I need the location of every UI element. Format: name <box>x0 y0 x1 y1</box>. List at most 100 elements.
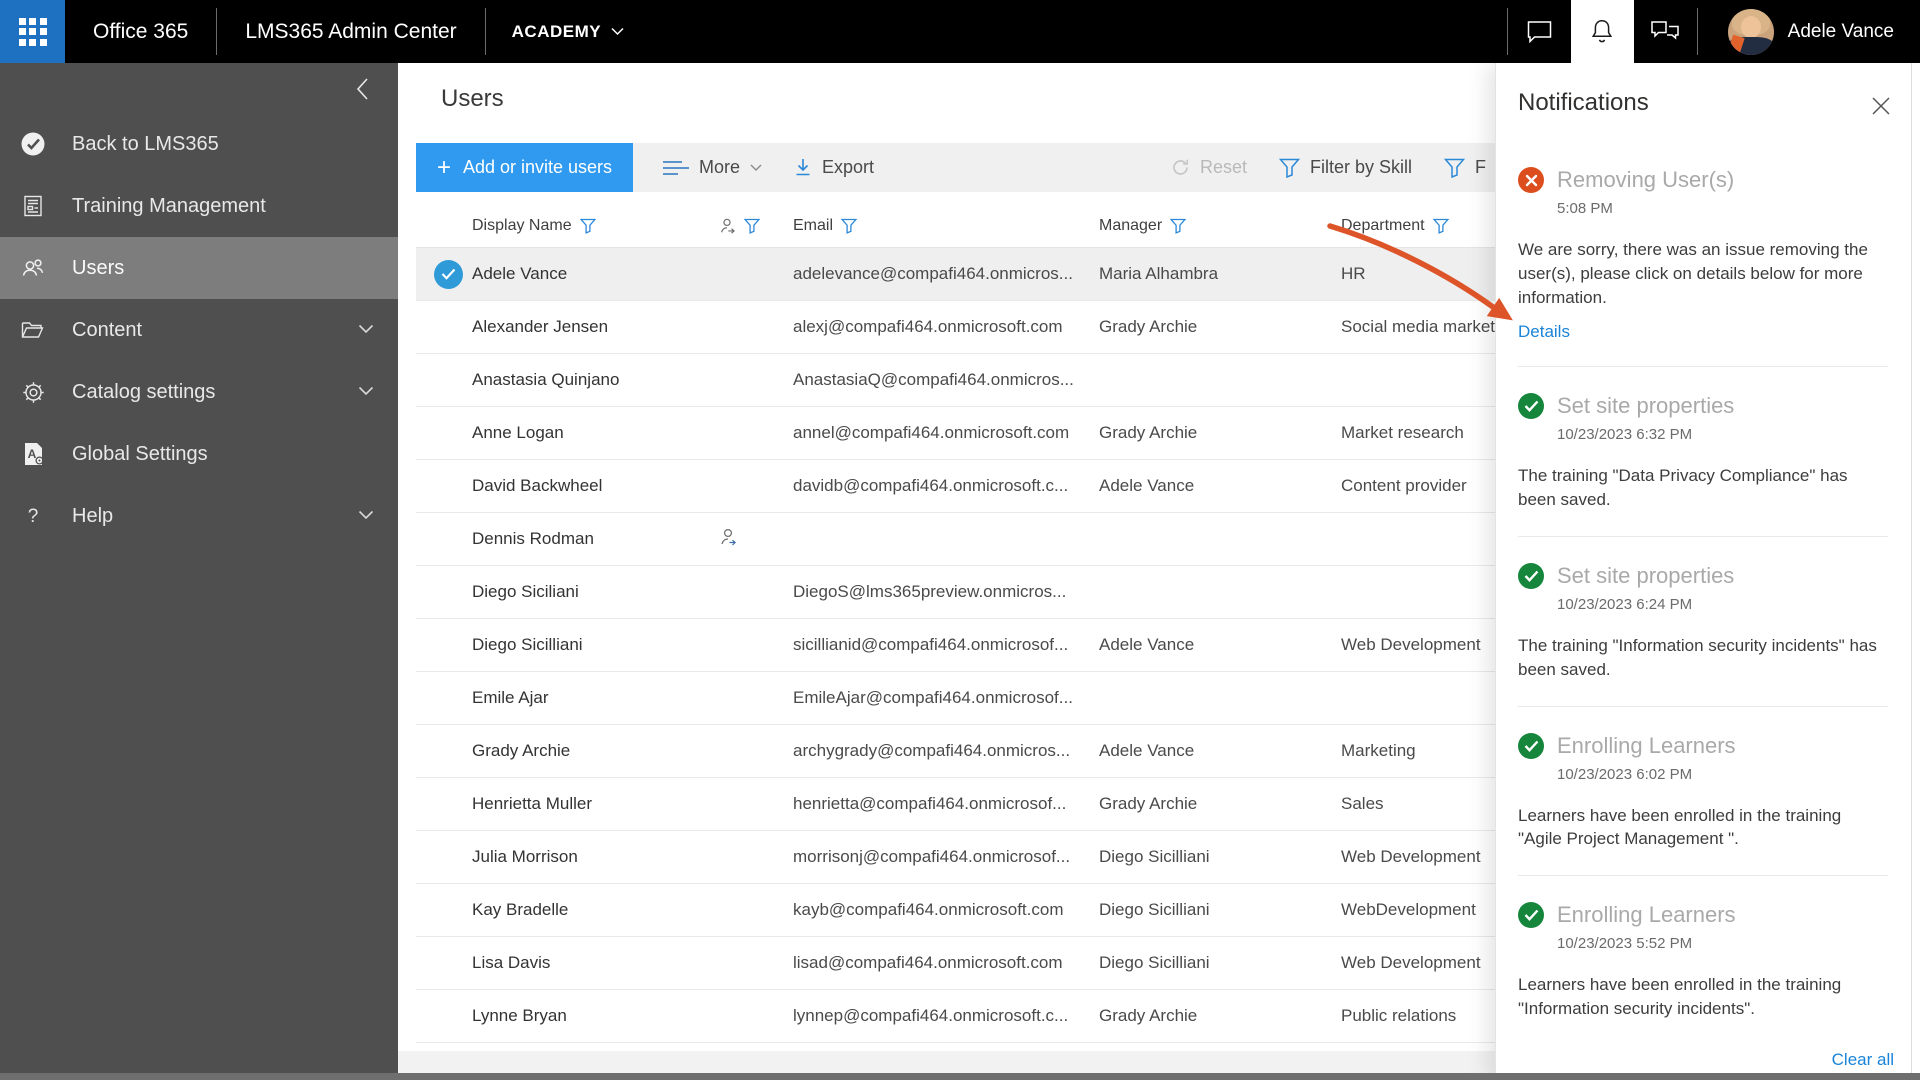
cell-display-name: Grady Archie <box>472 741 718 761</box>
notification-head: Removing User(s) <box>1518 167 1888 193</box>
filter-by-skill-button[interactable]: Filter by Skill <box>1263 143 1428 192</box>
notifications-button[interactable] <box>1571 0 1634 63</box>
success-icon <box>1518 563 1544 589</box>
close-button[interactable] <box>1868 93 1894 119</box>
users-table: Display Name Email Manager Department <box>416 205 1576 1043</box>
notification-title: Enrolling Learners <box>1557 733 1736 759</box>
notification-title: Removing User(s) <box>1557 167 1734 193</box>
success-icon <box>1518 393 1544 419</box>
chevron-down-icon <box>611 27 624 36</box>
add-or-invite-users-button[interactable]: + Add or invite users <box>416 143 633 192</box>
sidebar-nav: Back to LMS365Training ManagementUsersCo… <box>0 63 398 1080</box>
notifications-list: Removing User(s)5:08 PMWe are sorry, the… <box>1518 131 1888 1045</box>
filter-funnel-icon[interactable] <box>580 218 596 234</box>
app-launcher-button[interactable] <box>0 0 65 63</box>
table-row[interactable]: Emile AjarEmileAjar@compafi464.onmicroso… <box>416 672 1576 725</box>
close-icon <box>1871 96 1891 116</box>
table-row[interactable]: Lisa Davislisad@compafi464.onmicrosoft.c… <box>416 937 1576 990</box>
notification-item: Set site properties10/23/2023 6:24 PMThe… <box>1518 536 1888 706</box>
header-display-name[interactable]: Display Name <box>472 217 718 235</box>
notification-body: Learners have been enrolled in the train… <box>1518 973 1888 1021</box>
cell-email: alexj@compafi464.onmicrosoft.com <box>793 317 1099 337</box>
table-row[interactable]: Adele Vanceadelevance@compafi464.onmicro… <box>416 248 1576 301</box>
sidebar-item-help[interactable]: ?Help <box>0 485 398 547</box>
table-row[interactable]: Henrietta Mullerhenrietta@compafi464.onm… <box>416 778 1576 831</box>
sidebar-item-users[interactable]: Users <box>0 237 398 299</box>
chevron-down-icon <box>358 507 374 525</box>
filter-funnel-icon[interactable] <box>1433 218 1449 234</box>
cell-display-name: Dennis Rodman <box>472 529 718 549</box>
sidebar-item-training-management[interactable]: Training Management <box>0 175 398 237</box>
chat-button[interactable] <box>1508 0 1571 63</box>
account-menu[interactable]: Adele Vance <box>1698 0 1920 63</box>
app-window: Office 365 LMS365 Admin Center ACADEMY <box>0 0 1920 1080</box>
cell-manager: Adele Vance <box>1099 476 1341 496</box>
selected-check-icon <box>434 260 463 289</box>
table-row[interactable]: Dennis Rodman <box>416 513 1576 566</box>
cell-manager: Grady Archie <box>1099 423 1341 443</box>
page-title: Users <box>441 85 504 113</box>
folder-icon <box>20 317 46 343</box>
cell-email: annel@compafi464.onmicrosoft.com <box>793 423 1099 443</box>
header-user-type[interactable] <box>718 217 793 235</box>
header-manager[interactable]: Manager <box>1099 217 1341 235</box>
cell-email: lisad@compafi464.onmicrosoft.com <box>793 953 1099 973</box>
table-row[interactable]: Diego SicilianiDiegoS@lms365preview.onmi… <box>416 566 1576 619</box>
header-email[interactable]: Email <box>793 217 1099 235</box>
export-button[interactable]: Export <box>778 143 890 192</box>
cell-display-name: Diego Siciliani <box>472 582 718 602</box>
details-link[interactable]: Details <box>1518 322 1570 342</box>
filter-funnel-icon[interactable] <box>744 218 760 234</box>
notification-head: Set site properties <box>1518 393 1888 419</box>
filter-funnel-icon <box>1444 158 1465 178</box>
table-row[interactable]: David Backwheeldavidb@compafi464.onmicro… <box>416 460 1576 513</box>
sidebar-collapse-button[interactable] <box>344 71 380 107</box>
cell-email: davidb@compafi464.onmicrosoft.c... <box>793 476 1099 496</box>
cell-manager: Grady Archie <box>1099 317 1341 337</box>
sidebar-item-catalog-settings[interactable]: Catalog settings <box>0 361 398 423</box>
table-row[interactable]: Kay Bradellekayb@compafi464.onmicrosoft.… <box>416 884 1576 937</box>
download-icon <box>794 158 812 177</box>
chevron-down-icon <box>358 321 374 339</box>
sidebar-item-content[interactable]: Content <box>0 299 398 361</box>
waffle-icon <box>19 18 47 46</box>
table-row[interactable]: Lynne Bryanlynnep@compafi464.onmicrosoft… <box>416 990 1576 1043</box>
users-icon <box>20 255 46 281</box>
table-row[interactable]: Alexander Jensenalexj@compafi464.onmicro… <box>416 301 1576 354</box>
plus-icon: + <box>437 156 451 180</box>
window-bottom-edge <box>0 1073 1920 1080</box>
panel-scrollbar[interactable] <box>1911 63 1920 1080</box>
brand-label[interactable]: Office 365 <box>65 0 216 63</box>
cell-manager: Adele Vance <box>1099 741 1341 761</box>
table-row[interactable]: Grady Archie archygrady@compafi464.onmicr… <box>416 725 1576 778</box>
table-row[interactable]: Anastasia QuinjanoAnastasiaQ@compafi464.… <box>416 354 1576 407</box>
global-settings-icon: A <box>20 441 46 467</box>
cell-email: AnastasiaQ@compafi464.onmicros... <box>793 370 1099 390</box>
invited-user-icon <box>718 217 736 235</box>
filter-funnel-icon[interactable] <box>1170 218 1186 234</box>
sidebar-item-global-settings[interactable]: AGlobal Settings <box>0 423 398 485</box>
table-row[interactable]: Anne Loganannel@compafi464.onmicrosoft.c… <box>416 407 1576 460</box>
cell-email: archygrady@compafi464.onmicros... <box>793 741 1099 761</box>
feedback-button[interactable] <box>1634 0 1697 63</box>
table-row[interactable]: Diego Sicillianisicillianid@compafi464.o… <box>416 619 1576 672</box>
reset-button[interactable]: Reset <box>1155 143 1263 192</box>
notification-time: 10/23/2023 6:02 PM <box>1557 766 1888 783</box>
filter-funnel-icon[interactable] <box>841 218 857 234</box>
tenant-name: ACADEMY <box>512 22 601 42</box>
chat-icon <box>1526 19 1553 45</box>
clear-all-link[interactable]: Clear all <box>1832 1050 1894 1070</box>
notifications-title: Notifications <box>1518 89 1888 117</box>
cell-display-name: Kay Bradelle <box>472 900 718 920</box>
filter-more-button[interactable]: F <box>1428 143 1502 192</box>
table-row[interactable]: Julia Morrisonmorrisonj@compafi464.onmic… <box>416 831 1576 884</box>
user-name: Adele Vance <box>1788 21 1894 43</box>
cell-display-name: Lynne Bryan <box>472 1006 718 1026</box>
tenant-selector[interactable]: ACADEMY <box>486 0 650 63</box>
sidebar-item-back-to-lms365[interactable]: Back to LMS365 <box>0 113 398 175</box>
filter-by-skill-label: Filter by Skill <box>1310 157 1412 178</box>
gear-icon <box>20 379 46 405</box>
avatar <box>1728 9 1774 55</box>
row-select-cell[interactable] <box>416 260 472 289</box>
more-button[interactable]: More <box>647 143 778 192</box>
